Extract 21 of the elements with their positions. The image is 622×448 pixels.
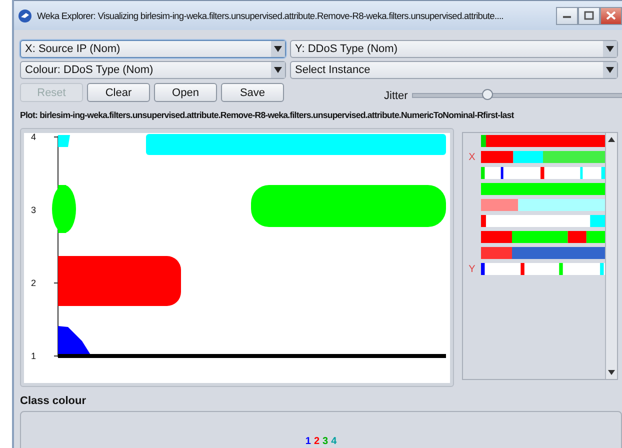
class-label: 1: [305, 436, 311, 448]
class-label: 4: [331, 436, 337, 448]
y-tick-label: 2: [30, 279, 36, 288]
axis-marker: X: [468, 152, 476, 162]
dropdown[interactable]: Select Instance: [290, 61, 618, 79]
class-label: 2: [314, 436, 320, 448]
axis-marker: Y: [468, 264, 476, 274]
window-title: Weka Explorer: Visualizing birlesim-ing-weka.filters.unsupervised.attribute.Remove-R8-weka.filters.unsupervised.attribute....: [37, 10, 504, 20]
dropdown[interactable]: Y: DDoS Type (Nom): [290, 40, 618, 58]
action-button[interactable]: Save: [221, 83, 284, 102]
dropdown[interactable]: X: Source IP (Nom): [20, 40, 286, 58]
class-label: 3: [322, 436, 328, 448]
action-button[interactable]: Open: [154, 83, 217, 102]
jitter-label: Jitter: [384, 90, 408, 102]
y-tick-label: 3: [30, 206, 36, 215]
dropdown[interactable]: Colour: DDoS Type (Nom): [20, 61, 286, 79]
y-tick-label: 4: [30, 133, 36, 142]
action-button[interactable]: Clear: [87, 83, 150, 102]
plot-title: Plot: birlesim-ing-weka.filters.unsupervised.attribute.Remove-R8-weka.filters.unsupervised.attribute.NumericToNominal-Rfirst-last: [20, 110, 515, 122]
class-colour-title: Class colour: [20, 395, 88, 409]
y-tick-label: 1: [30, 352, 36, 361]
